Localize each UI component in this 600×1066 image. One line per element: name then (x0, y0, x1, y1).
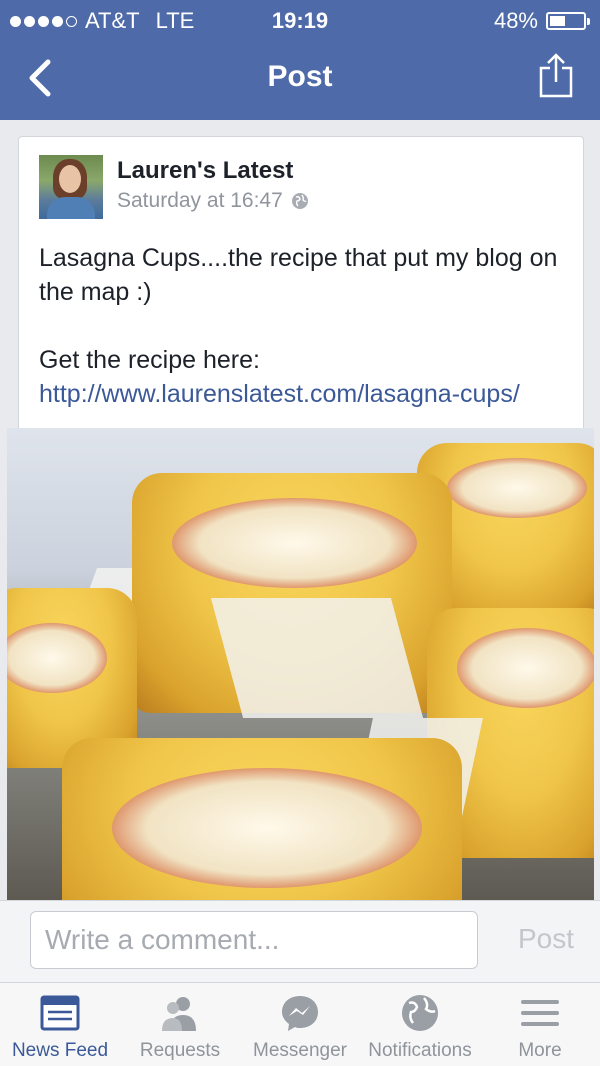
tab-bar: News Feed Requests Messenger Notificatio… (0, 982, 600, 1066)
tab-messenger[interactable]: Messenger (240, 983, 360, 1066)
battery-icon (546, 12, 590, 30)
tab-requests[interactable]: Requests (120, 983, 240, 1066)
comment-bar: Post (0, 900, 600, 983)
battery-percent: 48% (493, 8, 538, 33)
post-text-prefix: Get the recipe here: (39, 346, 260, 374)
tab-label: News Feed (11, 1040, 109, 1061)
status-right: 48% (493, 8, 590, 34)
messenger-icon (282, 996, 318, 1031)
tab-label: Notifications (368, 1040, 472, 1061)
post-timestamp[interactable]: Saturday at 16:47 (117, 189, 283, 213)
status-bar: AT&T LTE 19:19 48% (0, 0, 600, 40)
author-avatar[interactable] (39, 155, 103, 219)
tab-more[interactable]: More (480, 983, 600, 1066)
tab-label: Requests (139, 1040, 221, 1061)
tab-news-feed[interactable]: News Feed (0, 983, 120, 1066)
tab-notifications[interactable]: Notifications (360, 983, 480, 1066)
comment-input[interactable] (30, 911, 478, 969)
post-meta: Saturday at 16:47 (117, 189, 309, 213)
post-comment-button[interactable]: Post (518, 923, 574, 955)
post-body: Lasagna Cups....the recipe that put my b… (39, 241, 569, 411)
page-title: Post (267, 60, 333, 93)
post-photo[interactable] (7, 428, 594, 900)
tab-label: Messenger (253, 1040, 347, 1061)
news-feed-icon (40, 995, 80, 1031)
author-name[interactable]: Lauren's Latest (117, 157, 293, 185)
post-link-line: Get the recipe here: http://www.laurensl… (39, 343, 569, 411)
requests-icon (162, 997, 196, 1031)
share-icon[interactable] (538, 52, 574, 98)
more-menu-icon (521, 1000, 559, 1026)
globe-icon (291, 193, 308, 209)
top-bar: AT&T LTE 19:19 48% Post (0, 0, 600, 120)
post-card: Lauren's Latest Saturday at 16:47 Lasagn… (18, 136, 584, 437)
notifications-globe-icon (402, 995, 438, 1031)
post-text-line: Lasagna Cups....the recipe that put my b… (39, 244, 558, 306)
tab-label: More (518, 1040, 562, 1061)
recipe-link[interactable]: http://www.laurenslatest.com/lasagna-cup… (39, 380, 520, 408)
